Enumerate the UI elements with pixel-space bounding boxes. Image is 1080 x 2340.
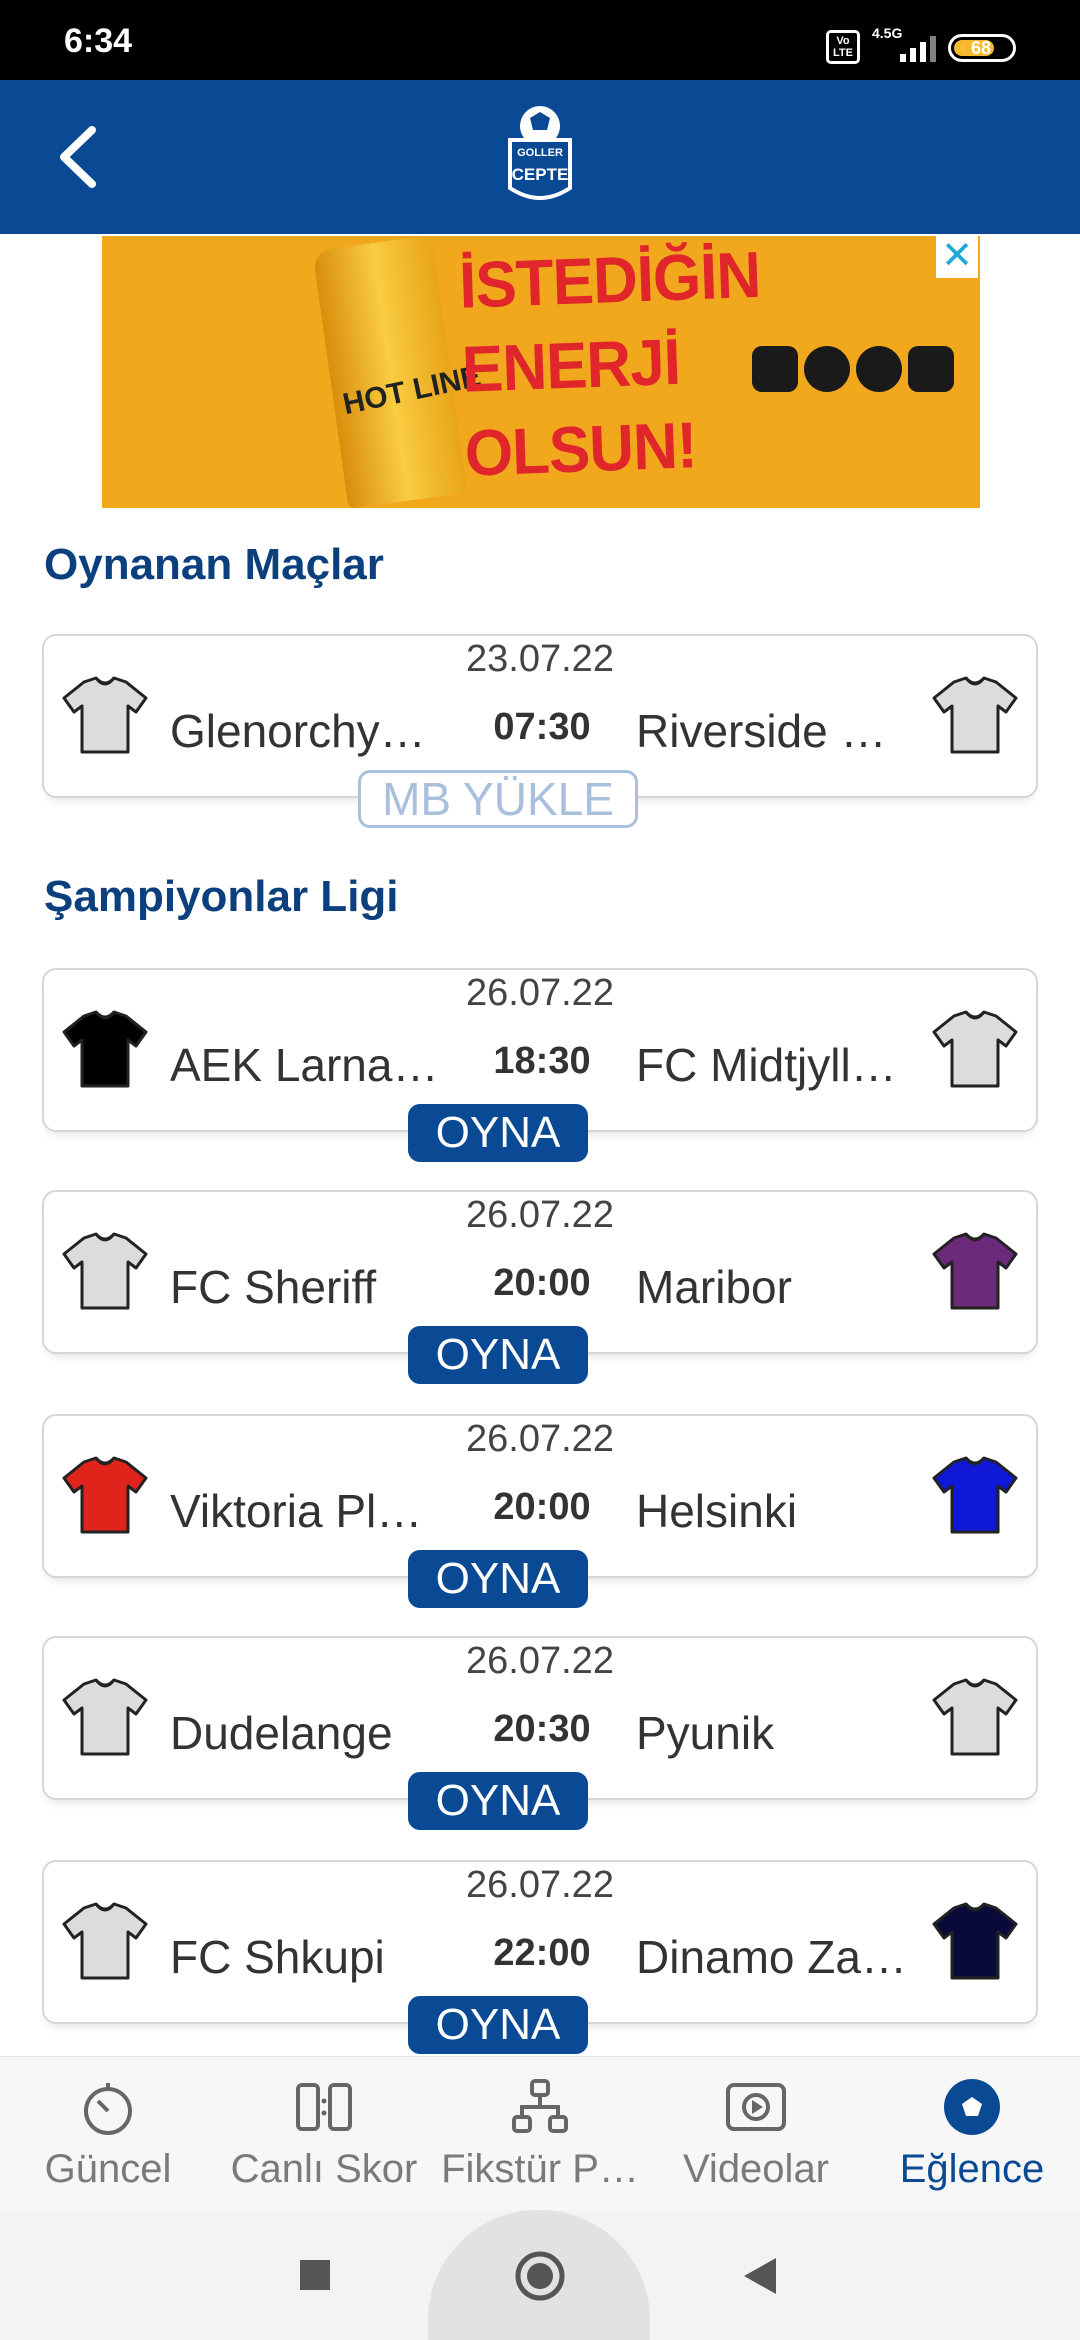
bracket-icon (512, 2079, 568, 2133)
away-team: Helsinki (636, 1485, 798, 1537)
svg-text:CEPTE: CEPTE (512, 165, 569, 184)
ad-banner[interactable]: HOT LINE İSTEDİĞİN ENERJİ OLSUN! (102, 236, 980, 508)
match-date: 23.07.22 (466, 638, 614, 680)
away-shirt-icon (932, 1232, 1018, 1312)
play-button[interactable]: OYNA (408, 1104, 588, 1162)
instagram-icon (752, 346, 798, 392)
football-icon (944, 2079, 1000, 2135)
nav-label: Eğlence (899, 2147, 1045, 2191)
nav-guncel[interactable]: Güncel (0, 2057, 216, 2211)
away-team: Riverside O… (636, 705, 916, 757)
youtube-icon (908, 346, 954, 392)
back-button-icon[interactable] (742, 2256, 778, 2296)
play-button[interactable]: OYNA (408, 1550, 588, 1608)
nav-label: Canlı Skor (230, 2147, 418, 2191)
nav-videolar[interactable]: Videolar (648, 2057, 864, 2211)
nav-fikstur[interactable]: Fikstür P… (432, 2057, 648, 2211)
away-team: FC Midtjyll… (636, 1039, 897, 1091)
recents-button-icon[interactable] (298, 2258, 332, 2292)
battery-level: 68 (971, 38, 992, 58)
nav-label: Videolar (682, 2147, 830, 2191)
play-icon (726, 2083, 786, 2131)
away-team: Maribor (636, 1261, 792, 1313)
nav-label: Güncel (44, 2147, 172, 2191)
ad-social-icons (752, 346, 954, 392)
match-date: 26.07.22 (466, 1864, 614, 1906)
nav-canli-skor[interactable]: Canlı Skor (216, 2057, 432, 2211)
network-type: 4.5G (872, 25, 903, 41)
bottom-navigation: Güncel Canlı Skor Fikstür P… Videolar Eğ… (0, 2056, 1080, 2210)
away-shirt-icon (932, 1902, 1018, 1982)
goller-cepte-logo: GOLLER CEPTE (508, 106, 572, 200)
play-button[interactable]: OYNA (408, 1326, 588, 1384)
play-button[interactable]: OYNA (408, 1772, 588, 1830)
ad-close-button[interactable]: ✕ (936, 236, 978, 278)
tiktok-icon (856, 346, 902, 392)
section-title: Oynanan Maçlar (44, 540, 384, 589)
away-shirt-icon (932, 1456, 1018, 1536)
away-team: Dinamo Za… (636, 1931, 907, 1983)
match-date: 26.07.22 (466, 1418, 614, 1460)
match-date: 26.07.22 (466, 1194, 614, 1236)
away-shirt-icon (932, 676, 1018, 756)
app-bar: GOLLER CEPTE (0, 80, 1080, 234)
load-mb-button[interactable]: MB YÜKLE (358, 770, 638, 828)
scoreboard-icon (296, 2083, 352, 2131)
stopwatch-icon (84, 2083, 132, 2135)
status-time: 6:34 (64, 22, 133, 60)
away-team: Pyunik (636, 1707, 775, 1759)
nav-label: Fikstür P… (441, 2147, 639, 2191)
home-button-icon[interactable] (514, 2250, 566, 2302)
ad-headline: İSTEDİĞİN ENERJİ OLSUN! (458, 239, 762, 491)
status-bar: 6:34 Vo LTE 4.5G 68 (0, 0, 1080, 80)
away-shirt-icon (932, 1678, 1018, 1758)
match-date: 26.07.22 (466, 1640, 614, 1682)
play-button[interactable]: OYNA (408, 1996, 588, 2054)
back-arrow-icon[interactable] (48, 120, 118, 194)
svg-text:GOLLER: GOLLER (517, 147, 563, 159)
volte-icon: Vo LTE (826, 30, 860, 64)
section-title: Şampiyonlar Ligi (44, 872, 399, 921)
signal-icon (900, 32, 936, 62)
system-navigation-bar (0, 2210, 1080, 2340)
battery-icon: 68 (948, 34, 1016, 62)
facebook-icon (804, 346, 850, 392)
match-date: 26.07.22 (466, 972, 614, 1014)
nav-eglence[interactable]: Eğlence (864, 2057, 1080, 2211)
away-shirt-icon (932, 1010, 1018, 1090)
